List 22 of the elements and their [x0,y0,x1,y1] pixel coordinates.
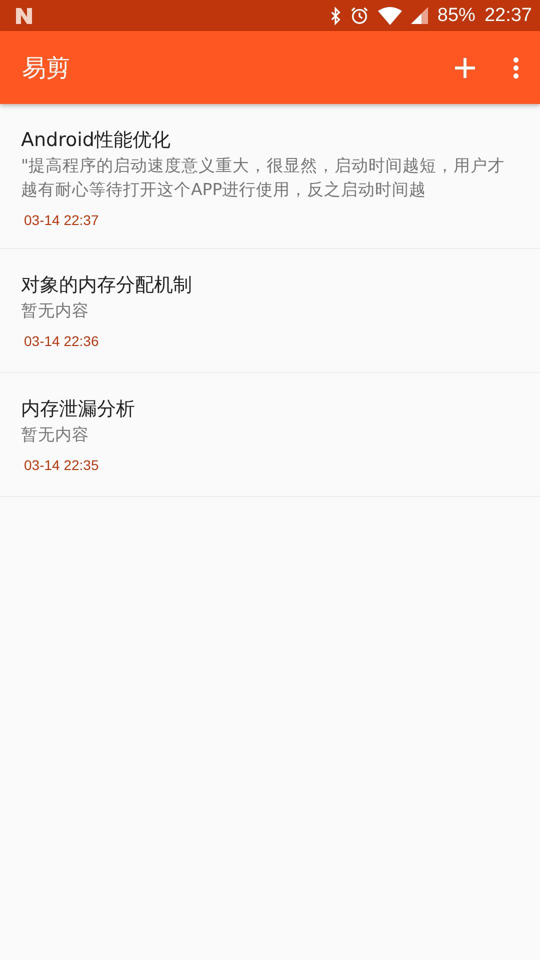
note-date: 03-14 22:36 [24,333,100,349]
note-preview: "提高程序的启动速度意义重大，很显然，启动时间越短，用户才越有耐心等待打开这个APP进行使用，反之启动时间越 [21,155,506,201]
note-item[interactable]: 内存泄漏分析 暂无内容 03-14 22:35 [0,373,540,497]
clock-time: 22:37 [484,4,532,26]
more-menu-icon[interactable] [513,56,519,78]
note-preview: 暂无内容 [21,424,90,446]
note-date: 03-14 22:35 [24,457,100,473]
wifi-icon [378,6,402,24]
signal-icon [411,7,428,24]
note-date: 03-14 22:37 [24,212,100,228]
note-title: 对象的内存分配机制 [21,273,193,298]
notification-icon [14,6,34,26]
alarm-icon [350,6,370,25]
app-title: 易剪 [22,52,70,84]
note-item[interactable]: Android性能优化 "提高程序的启动速度意义重大，很显然，启动时间越短，用户才越有耐心等待打开这个APP进行使用，反之启动时间越 03-14 22:37 [0,104,540,249]
note-item[interactable]: 对象的内存分配机制 暂无内容 03-14 22:36 [0,249,540,373]
battery-percent: 85% [437,4,476,26]
add-icon[interactable] [455,58,475,78]
note-preview: 暂无内容 [21,300,90,322]
bluetooth-icon [330,6,342,26]
note-title: Android性能优化 [21,128,172,153]
note-title: 内存泄漏分析 [21,397,136,422]
